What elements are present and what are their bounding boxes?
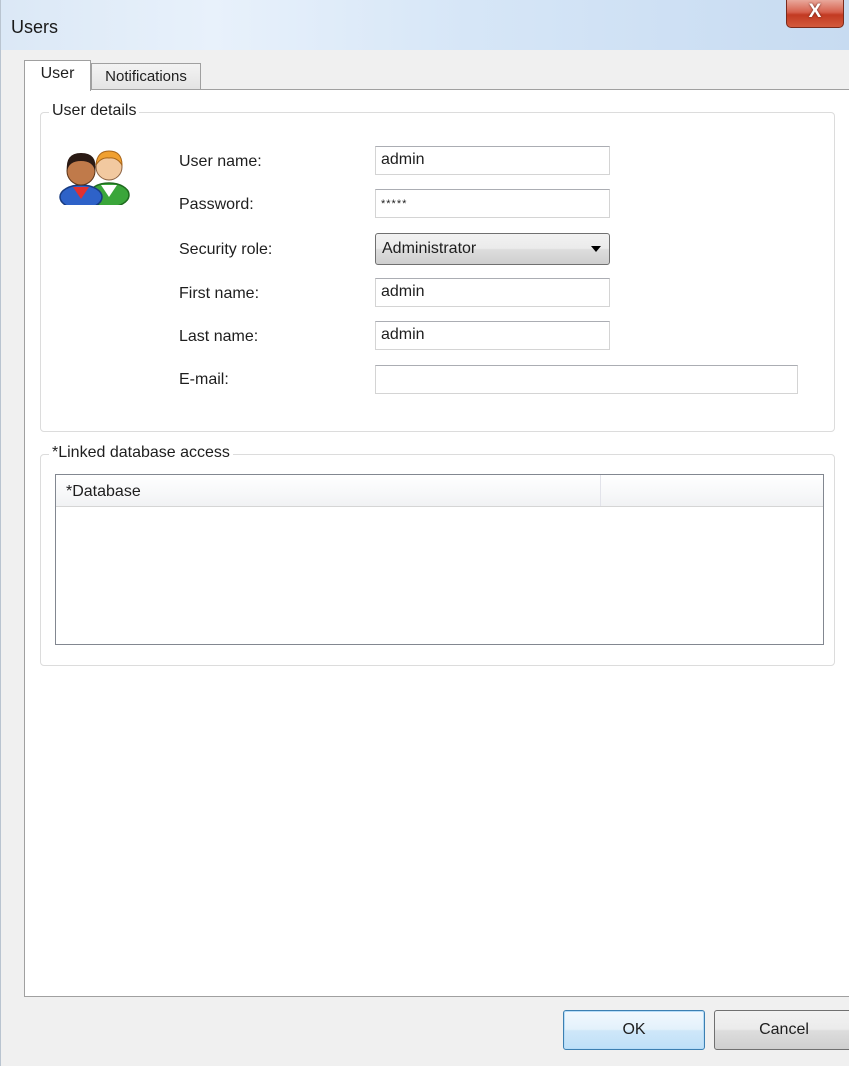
- username-field[interactable]: admin: [375, 146, 610, 175]
- close-button[interactable]: X: [786, 0, 844, 28]
- tab-notifications[interactable]: Notifications: [91, 63, 201, 90]
- database-grid[interactable]: *Database: [55, 474, 824, 645]
- column-header-database[interactable]: *Database: [56, 475, 601, 506]
- tab-user[interactable]: User: [24, 60, 91, 91]
- first-name-label: First name:: [179, 285, 260, 302]
- window-title: Users: [11, 17, 59, 37]
- close-icon: X: [808, 1, 822, 22]
- grid-header: *Database: [56, 475, 823, 507]
- last-name-field[interactable]: admin: [375, 321, 610, 350]
- email-field[interactable]: [375, 365, 798, 394]
- user-details-group: User details User name: admin Password: …: [40, 102, 835, 432]
- ok-button[interactable]: OK: [563, 1010, 705, 1050]
- user-tab-panel: User details User name: admin Password: …: [24, 89, 849, 997]
- password-field[interactable]: *****: [375, 189, 610, 218]
- title-bar[interactable]: Users X: [1, 0, 849, 50]
- linked-database-title: *Linked database access: [49, 444, 233, 462]
- user-details-title: User details: [49, 102, 140, 120]
- security-role-select[interactable]: Administrator: [375, 233, 610, 265]
- first-name-field[interactable]: admin: [375, 278, 610, 307]
- users-dialog: Users X User Notifications User details: [0, 0, 849, 1066]
- email-label: E-mail:: [179, 371, 229, 388]
- security-role-label: Security role:: [179, 241, 273, 258]
- cancel-button[interactable]: Cancel: [714, 1010, 849, 1050]
- security-role-value: Administrator: [382, 240, 477, 257]
- password-label: Password:: [179, 196, 254, 213]
- username-label: User name:: [179, 153, 262, 170]
- linked-database-group: *Linked database access *Database: [40, 444, 835, 666]
- dialog-button-bar: OK Cancel: [1, 997, 849, 1066]
- users-icon: [59, 150, 130, 205]
- last-name-label: Last name:: [179, 328, 259, 345]
- chevron-down-icon: [591, 246, 601, 252]
